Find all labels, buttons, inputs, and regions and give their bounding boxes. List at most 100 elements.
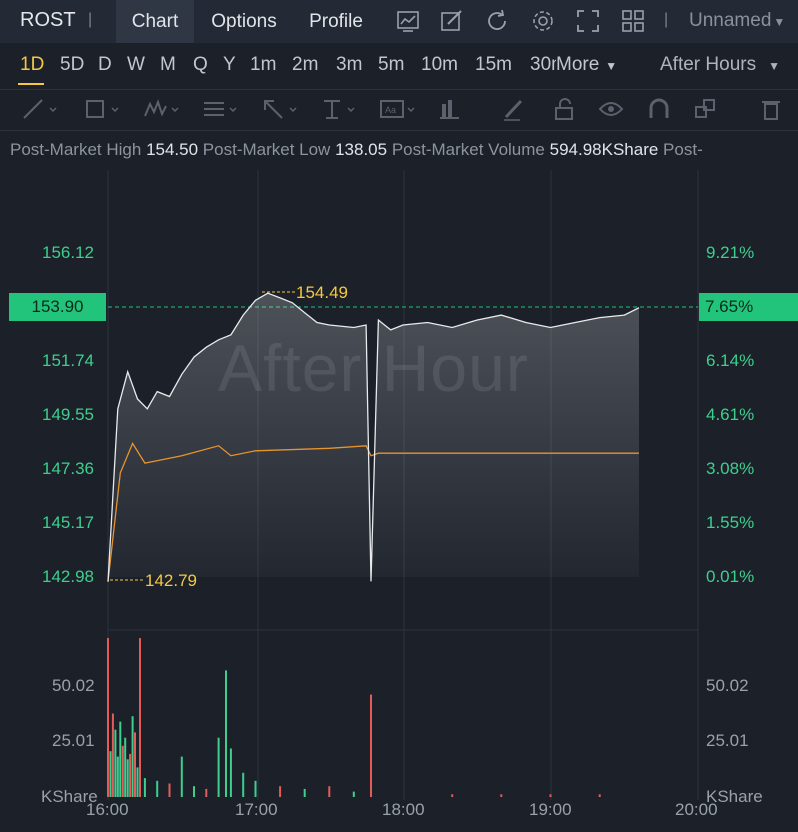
volume-bar [180, 756, 183, 797]
high-value: 154.50 [146, 140, 199, 159]
volume-tick: 25.01 [52, 731, 95, 750]
volume-bar [107, 638, 109, 797]
timeframe-15m[interactable]: 15m [475, 54, 512, 76]
session-label: After Hours [660, 54, 757, 75]
volume-bar [229, 748, 232, 797]
timeframe-w[interactable]: W [127, 54, 145, 76]
volume-label: Post-Market Volume [391, 140, 545, 159]
layout-icon[interactable] [620, 8, 646, 34]
percent-tick: 6.14% [706, 351, 755, 370]
volume-bar [121, 745, 124, 797]
price-tick: 147.36 [42, 459, 94, 478]
workspace-label: Unnamed [689, 10, 772, 31]
refresh-icon[interactable] [484, 8, 510, 34]
volume-bar [352, 791, 355, 797]
price-tick: 145.17 [42, 513, 94, 532]
ticker-symbol[interactable]: ROST [20, 9, 76, 32]
draw-icon[interactable] [439, 8, 465, 34]
percent-tick: 1.55% [706, 513, 755, 532]
timeframe-30m[interactable]: 30m [530, 54, 556, 76]
volume-bar [254, 780, 257, 797]
svg-text:Aa: Aa [385, 105, 396, 115]
volume-bar [129, 753, 132, 797]
timeframe-d[interactable]: D [98, 54, 112, 76]
workspace-dropdown[interactable]: Unnamed ▼ [689, 10, 785, 32]
arrow-icon[interactable] [260, 96, 300, 122]
timeframe-5m[interactable]: 5m [378, 54, 404, 76]
price-tick: 149.55 [42, 405, 94, 424]
timeframe-m[interactable]: M [160, 54, 176, 76]
percent-tick: 9.21% [706, 243, 755, 262]
rectangle-icon[interactable] [82, 96, 122, 122]
volume-tick-right: 25.01 [706, 731, 749, 750]
volume-bar [205, 788, 208, 797]
volume-bar [134, 732, 136, 797]
price-tick: 142.98 [42, 567, 94, 586]
percent-tick: 4.61% [706, 405, 755, 424]
timeframe-y[interactable]: Y [223, 54, 236, 76]
timeframe-10m[interactable]: 10m [421, 54, 458, 76]
percent-tick: 0.01% [706, 567, 755, 586]
group-icon[interactable] [692, 96, 732, 122]
lock-icon[interactable] [550, 96, 590, 122]
volume-bar [370, 694, 372, 797]
timeframe-2m[interactable]: 2m [292, 54, 318, 76]
measure-icon[interactable] [437, 96, 477, 122]
eye-icon[interactable] [597, 96, 637, 122]
header-separator-2: | [664, 11, 669, 28]
settings-icon[interactable] [530, 8, 556, 34]
caret-down-icon: ▼ [773, 15, 786, 29]
volume-bar [242, 772, 245, 797]
volume-bar [124, 737, 127, 797]
time-tick: 16:00 [86, 800, 129, 819]
volume-bar [111, 713, 114, 797]
text-tool-icon[interactable] [318, 96, 358, 122]
time-tick: 18:00 [382, 800, 425, 819]
volume-bar [217, 737, 220, 797]
percent-tick: 3.08% [706, 459, 755, 478]
low-value: 138.05 [335, 140, 388, 159]
pattern-icon[interactable] [142, 96, 182, 122]
timeframe-5d[interactable]: 5D [60, 54, 84, 76]
tab-profile[interactable]: Profile [296, 0, 376, 43]
tab-options[interactable]: Options [200, 0, 288, 43]
session-watermark: After Hour [218, 331, 529, 405]
timeframe-q[interactable]: Q [193, 54, 208, 76]
magnet-icon[interactable] [645, 96, 685, 122]
trend-line-icon[interactable] [20, 96, 60, 122]
volume-bar [126, 759, 129, 797]
volume-bar [500, 794, 503, 797]
volume-value: 594.98KShare [549, 140, 659, 159]
fib-icon[interactable] [200, 96, 240, 122]
timeframe-1m[interactable]: 1m [250, 54, 276, 76]
more-timeframes-dropdown[interactable]: More ▼ [556, 54, 617, 76]
time-tick: 19:00 [529, 800, 572, 819]
time-tick: 17:00 [235, 800, 278, 819]
low-marker-label: 142.79 [145, 571, 197, 590]
pencil-icon[interactable] [500, 96, 540, 122]
volume-bar [143, 778, 146, 797]
volume-bar [168, 783, 171, 797]
timeframe-1d[interactable]: 1D [20, 54, 44, 76]
current-price-badge: 153.90 [9, 293, 106, 321]
session-dropdown[interactable]: After Hours ▼ [660, 54, 780, 76]
price-tick: 151.74 [42, 351, 94, 370]
volume-bar [451, 794, 454, 797]
current-percent-badge: 7.65% [699, 293, 798, 321]
timeframe-3m[interactable]: 3m [336, 54, 362, 76]
trash-icon[interactable] [757, 96, 797, 122]
caret-down-icon: ▼ [768, 59, 780, 73]
volume-bar [303, 788, 306, 797]
volume-bar [139, 638, 141, 797]
tab-chart[interactable]: Chart [116, 0, 194, 43]
note-icon[interactable]: Aa [378, 96, 418, 122]
high-label: Post-Market High [10, 140, 142, 159]
price-chart[interactable] [0, 170, 798, 832]
chart-type-icon[interactable] [395, 8, 421, 34]
volume-bar [156, 780, 159, 797]
caret-down-icon: ▼ [605, 59, 618, 73]
volume-bar [598, 794, 601, 797]
fullscreen-icon[interactable] [575, 8, 601, 34]
volume-bar [549, 794, 552, 797]
volume-tick: 50.02 [52, 676, 95, 695]
